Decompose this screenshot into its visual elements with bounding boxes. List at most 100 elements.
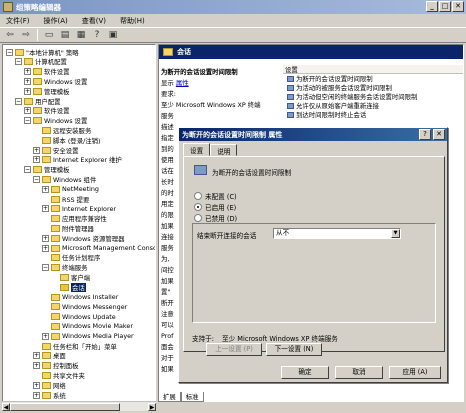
tree-item[interactable]: 应用程序兼容性 (42, 214, 107, 224)
collapse-icon[interactable]: − (6, 48, 13, 56)
expand-icon[interactable]: + (24, 77, 31, 85)
tree-item[interactable]: Windows Messenger (42, 302, 127, 312)
menu-action[interactable]: 操作(A) (44, 16, 68, 26)
next-setting-button[interactable]: 下一设置 (N) (266, 343, 322, 356)
expand-icon[interactable]: + (33, 391, 40, 399)
collapse-icon[interactable]: − (15, 97, 22, 105)
tree-item[interactable]: 附件管理器 (42, 223, 94, 233)
menu-view[interactable]: 查看(V) (82, 16, 106, 26)
tree-item[interactable]: + Microsoft Management Conso (42, 243, 155, 253)
tree-item[interactable]: − "本地计算机" 策略 (6, 47, 79, 57)
properties-icon[interactable]: ▦ (74, 29, 88, 42)
radio-not-configured[interactable]: 未配置 (C) (194, 191, 237, 201)
tree-item[interactable]: 共享文件夹 (33, 370, 85, 380)
setting-row[interactable]: 为断开的会话设置时间限制 (283, 74, 463, 83)
tree-item[interactable]: 远程安装服务 (33, 125, 91, 135)
radio-button[interactable] (194, 214, 202, 222)
properties-link[interactable]: 属性 (176, 79, 189, 87)
settings-column-header[interactable]: 设置 (283, 65, 463, 74)
tree-item[interactable]: 任务计划程序 (42, 253, 100, 263)
tree-item[interactable]: RSS 提要 (42, 194, 89, 204)
scroll-thumb[interactable] (10, 403, 120, 411)
end-session-combobox[interactable]: 从不 ▼ (273, 228, 401, 239)
expand-icon[interactable]: + (42, 205, 49, 213)
radio-disabled[interactable]: 已禁用 (D) (194, 213, 237, 223)
tree-item[interactable]: Windows Movie Maker (42, 321, 133, 331)
tab-settings[interactable]: 设置 (183, 143, 211, 156)
radio-button[interactable] (194, 192, 202, 200)
tab-explain[interactable]: 说明 (210, 144, 238, 156)
setting-row[interactable]: 允许仅从原始客户端重新连接 (283, 101, 463, 110)
expand-icon[interactable]: + (24, 68, 31, 76)
menu-help[interactable]: 帮助(H) (120, 16, 145, 26)
tab-extended[interactable]: 扩展 (158, 392, 181, 402)
tree-item[interactable]: + 桌面 (33, 351, 66, 361)
up-folder-icon[interactable]: ▭ (42, 29, 56, 42)
export-list-icon[interactable]: ▣ (106, 29, 120, 42)
expand-icon[interactable]: + (33, 156, 40, 164)
collapse-icon[interactable]: − (24, 166, 31, 174)
close-button[interactable]: ✕ (452, 1, 464, 12)
tree-item[interactable]: + Windows 设置 (24, 76, 87, 86)
setting-row[interactable]: 为活动的被服务会话设置时间限制 (283, 83, 463, 92)
collapse-icon[interactable]: − (42, 264, 49, 272)
tree-item[interactable]: 客户端 (51, 272, 90, 282)
tree-item[interactable]: + 系统 (33, 390, 66, 400)
tree-item[interactable]: − Windows 设置 (24, 116, 87, 126)
ok-button[interactable]: 确定 (281, 366, 329, 379)
collapse-icon[interactable]: − (33, 175, 40, 183)
tree-item[interactable]: + 软件设置 (24, 67, 70, 77)
expand-icon[interactable]: + (42, 332, 49, 340)
tree-item[interactable]: + Windows Media Player (42, 331, 134, 341)
expand-icon[interactable]: + (33, 362, 40, 370)
expand-icon[interactable]: + (33, 352, 40, 360)
tree-item[interactable]: 会话 (51, 282, 86, 292)
setting-row[interactable]: 为活动但空闲的终端服务会话设置时间限制 (283, 92, 463, 101)
expand-icon[interactable]: + (33, 146, 40, 154)
tree-horizontal-scrollbar[interactable]: ◀ ▶ (2, 401, 156, 411)
tree-item[interactable]: + NetMeeting (42, 184, 99, 194)
setting-row[interactable]: 到达时间限制时终止会话 (283, 110, 463, 119)
scroll-right-icon[interactable]: ▶ (148, 403, 156, 411)
radio-enabled[interactable]: 已启用 (E) (194, 202, 236, 212)
dialog-close-button[interactable]: ✕ (433, 129, 445, 140)
tree-item[interactable]: Windows Installer (42, 292, 118, 302)
expand-icon[interactable]: + (24, 107, 31, 115)
tree-item[interactable]: + 软件设置 (24, 106, 70, 116)
help-icon[interactable]: ? (90, 29, 104, 42)
tree-item[interactable]: + 管理模板 (24, 86, 70, 96)
dialog-help-button[interactable]: ? (419, 129, 431, 140)
apply-button[interactable]: 应用 (A) (389, 366, 441, 379)
scroll-left-icon[interactable]: ◀ (2, 403, 10, 411)
tree-item[interactable]: − 管理模板 (24, 165, 70, 175)
console-tree[interactable]: − "本地计算机" 策略 − 计算机配置 + 软件设置 + Windows 设置 + 管理模板 − 用… (2, 44, 156, 402)
forward-arrow-icon[interactable]: ⇨ (19, 29, 33, 42)
collapse-icon[interactable]: − (24, 117, 31, 125)
tree-item[interactable]: 任务栏和「开始」菜单 (33, 341, 117, 351)
expand-icon[interactable]: + (42, 234, 49, 242)
radio-button[interactable] (194, 203, 202, 211)
tree-item[interactable]: − Windows 组件 (33, 174, 96, 184)
minimize-button[interactable]: _ (426, 1, 438, 12)
tree-item[interactable]: + 网络 (33, 380, 66, 390)
previous-setting-button[interactable]: 上一设置 (P) (206, 343, 262, 356)
tree-item[interactable]: + 控制面板 (33, 361, 79, 371)
tree-item[interactable]: 脚本 (登录/注销) (33, 135, 101, 145)
tree-item[interactable]: − 终端服务 (42, 263, 88, 273)
tab-standard[interactable]: 标准 (180, 392, 204, 402)
menu-file[interactable]: 文件(F) (6, 16, 30, 26)
tree-item[interactable]: Windows Update (42, 312, 116, 322)
cancel-button[interactable]: 取消 (335, 366, 383, 379)
tree-item[interactable]: + 安全设置 (33, 145, 79, 155)
expand-icon[interactable]: + (42, 185, 49, 193)
tree-item[interactable]: + Internet Explorer 维护 (33, 155, 122, 165)
chevron-down-icon[interactable]: ▼ (391, 229, 400, 238)
show-hide-tree-icon[interactable]: ▤ (58, 29, 72, 42)
collapse-icon[interactable]: − (15, 58, 22, 66)
maximize-button[interactable]: □ (439, 1, 451, 12)
tree-item[interactable]: + Windows 资源管理器 (42, 233, 125, 243)
expand-icon[interactable]: + (33, 381, 40, 389)
tree-item[interactable]: + Internet Explorer (42, 204, 116, 214)
expand-icon[interactable]: + (24, 87, 31, 95)
expand-icon[interactable]: + (42, 244, 49, 252)
